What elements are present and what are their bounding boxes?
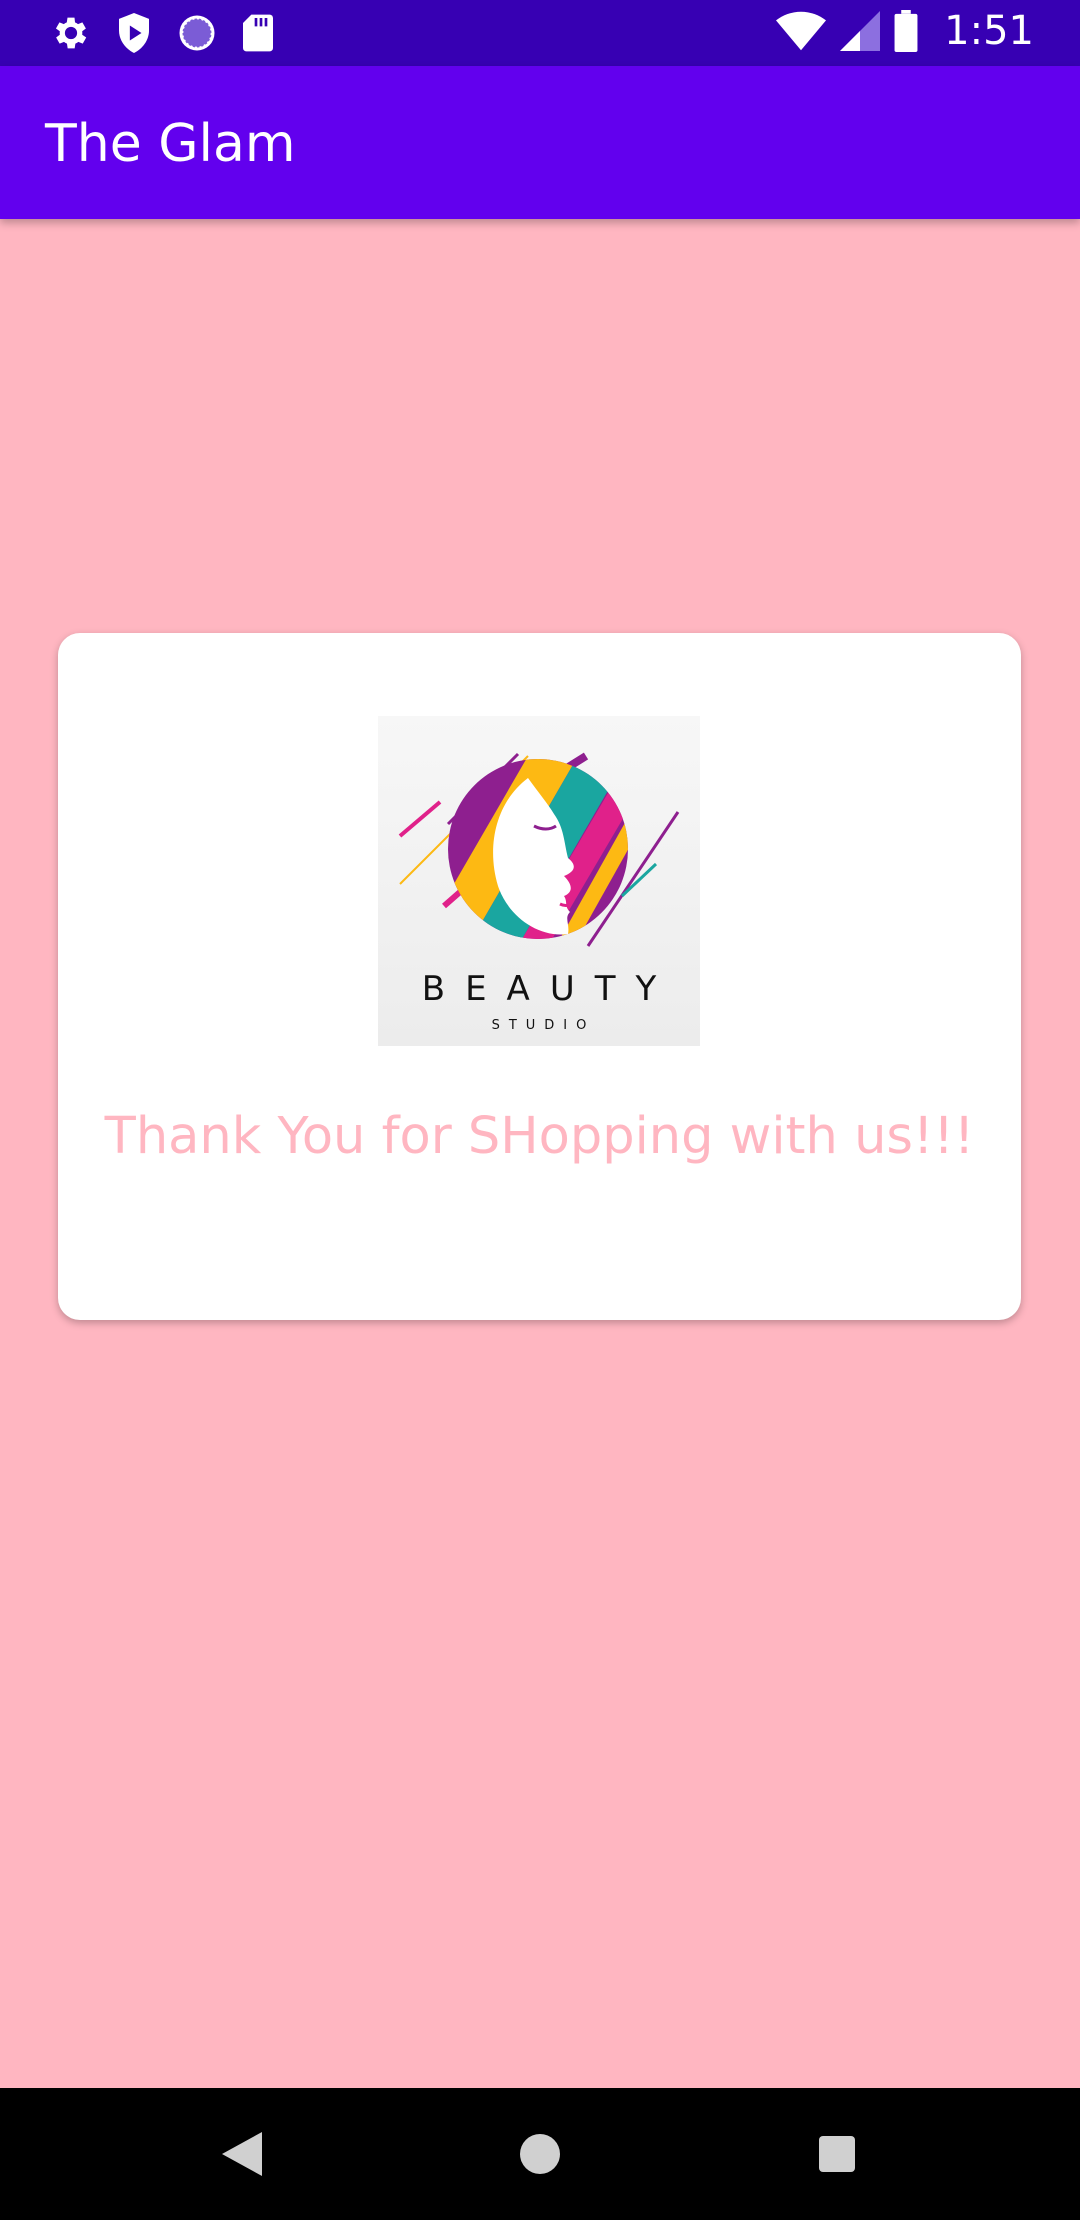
battery-icon [894, 10, 918, 52]
logo-subword: STUDIO [491, 1018, 596, 1033]
gear-icon [55, 17, 87, 49]
recents-icon[interactable] [819, 2136, 855, 2172]
woman-silhouette-icon [398, 752, 680, 947]
shield-play-icon [119, 13, 149, 53]
beauty-studio-logo: BEAUTY STUDIO [378, 716, 700, 1046]
logo-word: BEAUTY [421, 969, 677, 1009]
status-bar: 1:51 [0, 0, 1080, 66]
status-time: 1:51 [944, 8, 1034, 54]
wifi-icon [776, 11, 827, 51]
thank-you-message: Thank You for SHopping with us!!! [104, 1107, 975, 1166]
status-left-icons [50, 11, 276, 55]
cell-signal-icon [840, 11, 881, 51]
app-title: The Glam [45, 114, 296, 174]
back-icon[interactable] [222, 2132, 262, 2176]
navigation-bar [0, 2088, 1080, 2220]
app-bar: The Glam [0, 66, 1080, 219]
home-icon[interactable] [520, 2134, 560, 2174]
loading-circle-icon [179, 15, 215, 51]
sd-card-icon [243, 14, 273, 52]
thank-you-card: BEAUTY STUDIO Thank You for SHopping wit… [58, 633, 1021, 1320]
status-right-icons: 1:51 [776, 8, 1034, 54]
